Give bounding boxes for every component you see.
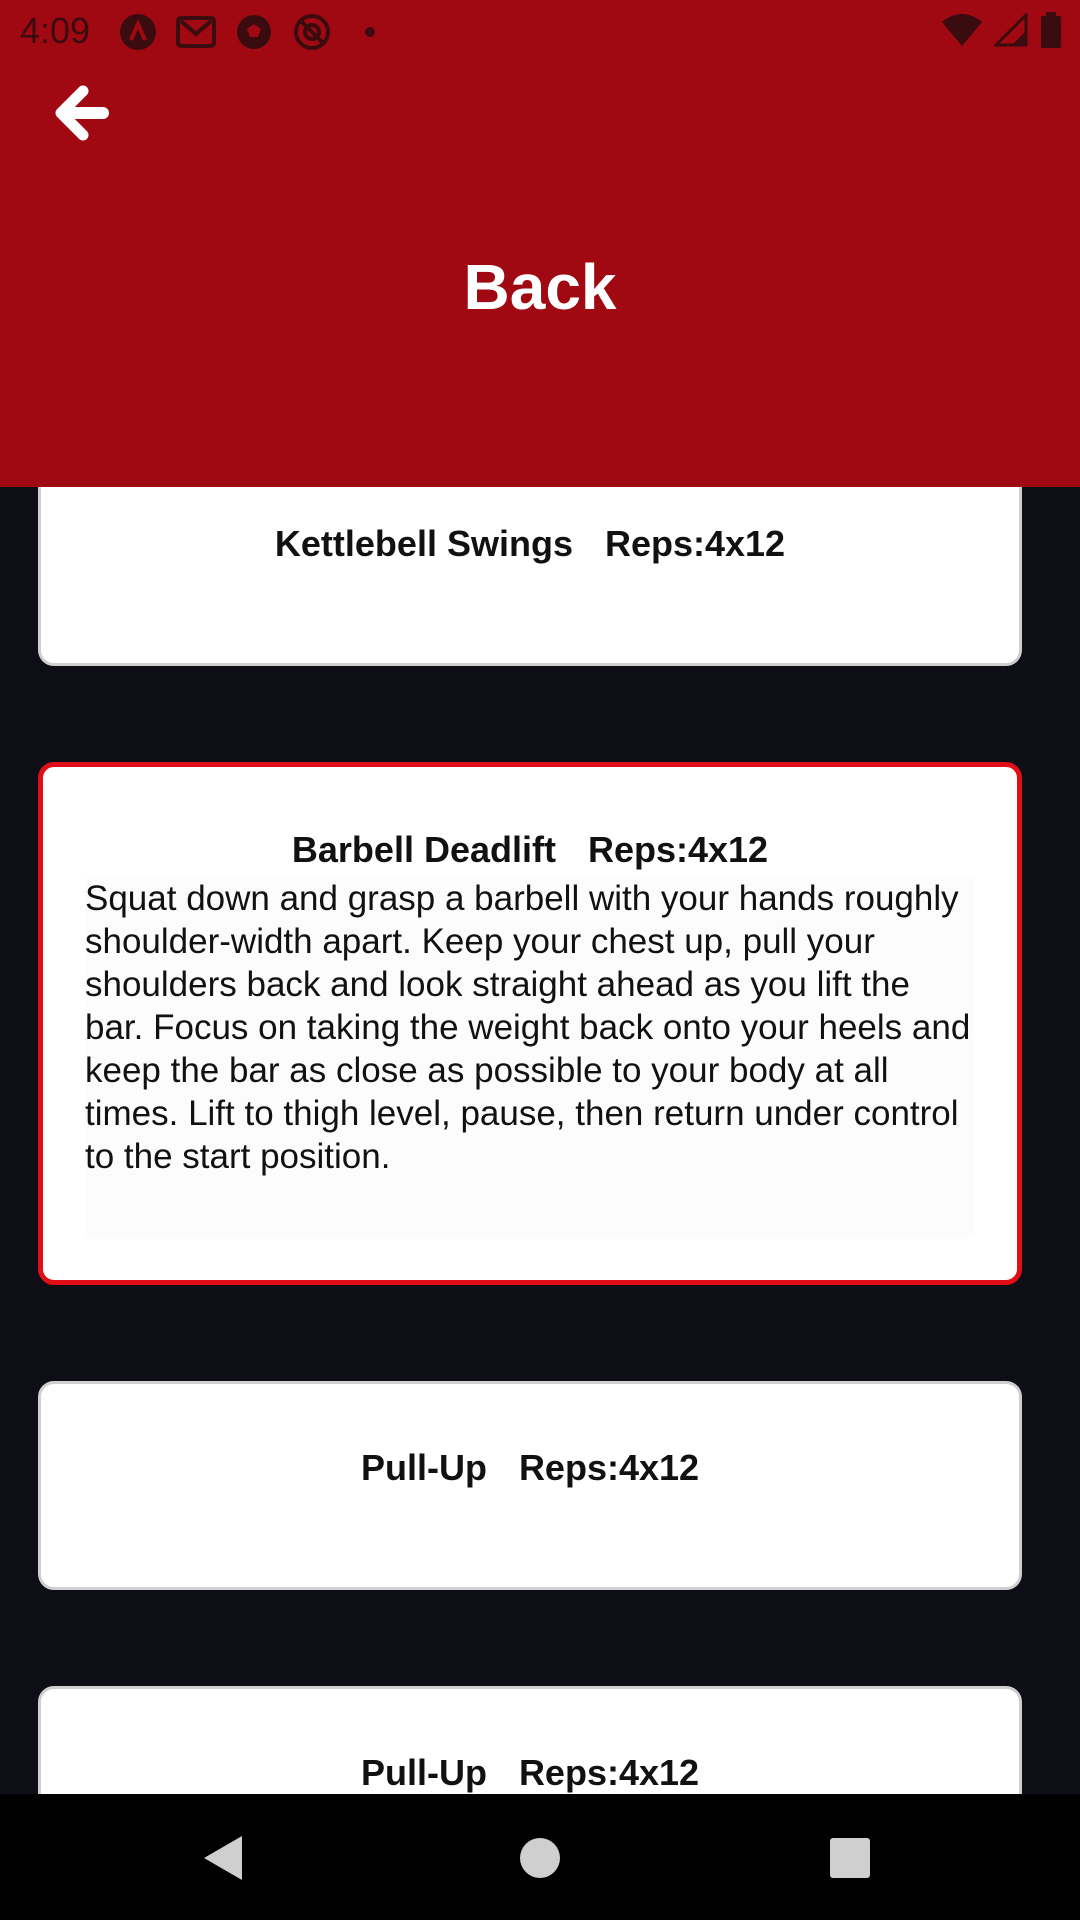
- signal-icon: [992, 11, 1028, 52]
- battery-icon: [1040, 12, 1062, 53]
- exercise-name: Pull-Up: [360, 1752, 487, 1793]
- app-screen: 4:09 Back Kettlebell Swings Reps:4x12 Ba…: [0, 0, 1080, 1920]
- exercise-title: Barbell Deadlift Reps:4x12: [43, 829, 1017, 871]
- header: 4:09 Back: [0, 0, 1080, 487]
- exercise-reps: Reps:4x12: [518, 1447, 700, 1488]
- page-title: Back: [463, 251, 617, 323]
- gmail-icon: [176, 12, 216, 52]
- exercise-reps: Reps:4x12: [518, 1752, 700, 1793]
- exercise-description: Squat down and grasp a barbell with your…: [85, 877, 975, 1237]
- exercise-reps: Reps:4x12: [604, 523, 786, 564]
- wifi-icon: [942, 14, 982, 51]
- notification-icons: [118, 12, 390, 52]
- exercise-name: Pull-Up: [360, 1447, 487, 1488]
- a-app-icon: [118, 12, 158, 52]
- nav-back-button[interactable]: [192, 1826, 256, 1890]
- back-triangle-icon: [204, 1836, 242, 1880]
- nav-recents-button[interactable]: [818, 1826, 882, 1890]
- status-bar: 4:09: [0, 0, 1080, 62]
- exercise-name: Kettlebell Swings: [274, 523, 573, 564]
- soccer-ball-icon: [234, 12, 274, 52]
- arrow-left-icon: [55, 85, 109, 141]
- at-sign-icon: [292, 12, 332, 52]
- exercise-title: Pull-Up Reps:4x12: [41, 1752, 1019, 1794]
- navigation-bar: [0, 1794, 1080, 1920]
- exercise-title: Kettlebell Swings Reps:4x12: [41, 523, 1019, 565]
- status-time: 4:09: [20, 10, 91, 51]
- exercise-card-pull-up[interactable]: Pull-Up Reps:4x12: [38, 1381, 1022, 1590]
- dot-icon: [350, 12, 390, 52]
- exercise-card-barbell-deadlift[interactable]: Barbell Deadlift Reps:4x12 Squat down and…: [38, 762, 1022, 1285]
- nav-home-button[interactable]: [508, 1826, 572, 1890]
- recents-square-icon: [830, 1838, 870, 1878]
- home-circle-icon: [520, 1838, 560, 1878]
- exercise-name: Barbell Deadlift: [291, 829, 556, 870]
- exercise-title: Pull-Up Reps:4x12: [41, 1447, 1019, 1489]
- back-button[interactable]: [48, 80, 114, 146]
- system-icons: [942, 11, 1062, 53]
- exercise-reps: Reps:4x12: [587, 829, 769, 870]
